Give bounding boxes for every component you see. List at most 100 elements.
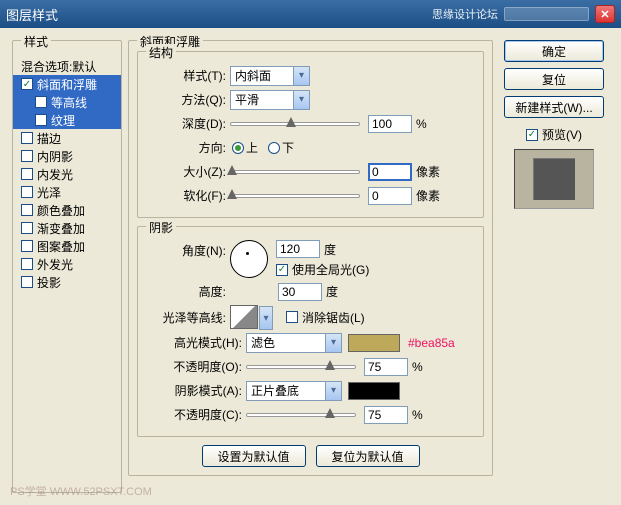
direction-up-label: 上 <box>246 139 258 156</box>
highlight-opacity-input[interactable]: 75 <box>364 358 408 376</box>
style-checkbox[interactable] <box>21 240 33 252</box>
soften-label: 软化(F): <box>146 187 226 204</box>
styles-list: 混合选项:默认 斜面和浮雕等高线纹理描边内阴影内发光光泽颜色叠加渐变叠加图案叠加… <box>13 57 121 291</box>
gloss-contour-picker[interactable] <box>230 305 258 329</box>
make-default-button[interactable]: 设置为默认值 <box>202 445 306 467</box>
style-value: 内斜面 <box>235 67 289 84</box>
technique-label: 方法(Q): <box>146 91 226 108</box>
shadow-opacity-input[interactable]: 75 <box>364 406 408 424</box>
direction-down-label: 下 <box>282 139 294 156</box>
style-checkbox[interactable] <box>21 78 33 90</box>
style-item-11[interactable]: 投影 <box>13 273 121 291</box>
highlight-opacity-label: 不透明度(O): <box>146 358 242 375</box>
style-checkbox[interactable] <box>35 96 47 108</box>
style-item-label: 外发光 <box>37 256 73 273</box>
reset-default-button[interactable]: 复位为默认值 <box>316 445 420 467</box>
angle-label: 角度(N): <box>146 240 226 259</box>
soften-unit: 像素 <box>416 187 440 204</box>
gloss-contour-label: 光泽等高线: <box>146 309 226 326</box>
style-item-label: 描边 <box>37 130 61 147</box>
close-icon: ✕ <box>600 8 609 21</box>
soften-slider[interactable] <box>230 194 360 198</box>
antialias-checkbox[interactable] <box>286 311 298 323</box>
technique-value: 平滑 <box>235 91 289 108</box>
style-item-label: 内发光 <box>37 166 73 183</box>
style-item-4[interactable]: 内阴影 <box>13 147 121 165</box>
dialog-title: 图层样式 <box>6 5 58 24</box>
preview-checkbox[interactable] <box>526 129 538 141</box>
style-checkbox[interactable] <box>35 114 47 126</box>
style-item-6[interactable]: 光泽 <box>13 183 121 201</box>
antialias-label: 消除锯齿(L) <box>302 309 365 326</box>
highlight-opacity-slider[interactable] <box>246 365 356 369</box>
shadow-mode-label: 阴影模式(A): <box>146 382 242 399</box>
style-item-2[interactable]: 纹理 <box>13 111 121 129</box>
style-item-label: 斜面和浮雕 <box>37 76 97 93</box>
titlebar: 图层样式 思缘设计论坛 ✕ <box>0 0 621 28</box>
style-item-8[interactable]: 渐变叠加 <box>13 219 121 237</box>
shadow-mode-select[interactable]: 正片叠底 <box>246 381 342 401</box>
shadow-mode-value: 正片叠底 <box>251 382 321 399</box>
shadow-opacity-slider[interactable] <box>246 413 356 417</box>
size-label: 大小(Z): <box>146 163 226 180</box>
altitude-unit: 度 <box>326 283 338 300</box>
style-item-0[interactable]: 斜面和浮雕 <box>13 75 121 93</box>
style-checkbox[interactable] <box>21 150 33 162</box>
close-button[interactable]: ✕ <box>595 5 615 23</box>
size-slider[interactable] <box>230 170 360 174</box>
style-checkbox[interactable] <box>21 276 33 288</box>
global-light-checkbox[interactable] <box>276 264 288 276</box>
style-item-9[interactable]: 图案叠加 <box>13 237 121 255</box>
style-item-label: 光泽 <box>37 184 61 201</box>
style-label: 样式(T): <box>146 67 226 84</box>
style-item-1[interactable]: 等高线 <box>13 93 121 111</box>
style-checkbox[interactable] <box>21 132 33 144</box>
chevron-down-icon <box>325 382 341 400</box>
depth-unit: % <box>416 117 427 131</box>
ok-button[interactable]: 确定 <box>504 40 604 62</box>
style-item-label: 颜色叠加 <box>37 202 85 219</box>
angle-input[interactable]: 120 <box>276 240 320 258</box>
soften-input[interactable]: 0 <box>368 187 412 205</box>
depth-input[interactable]: 100 <box>368 115 412 133</box>
blend-options-item[interactable]: 混合选项:默认 <box>13 57 121 75</box>
direction-down-radio[interactable] <box>268 142 280 154</box>
size-unit: 像素 <box>416 163 440 180</box>
cancel-button[interactable]: 复位 <box>504 68 604 90</box>
highlight-mode-select[interactable]: 滤色 <box>246 333 342 353</box>
depth-slider[interactable] <box>230 122 360 126</box>
altitude-label: 高度: <box>146 283 226 300</box>
structure-group-label: 结构 <box>146 44 176 61</box>
style-item-label: 等高线 <box>51 94 87 111</box>
style-checkbox[interactable] <box>21 204 33 216</box>
angle-dial[interactable] <box>230 240 268 278</box>
style-select[interactable]: 内斜面 <box>230 66 310 86</box>
style-checkbox[interactable] <box>21 186 33 198</box>
direction-label: 方向: <box>146 139 226 156</box>
shadow-color-swatch[interactable] <box>348 382 400 400</box>
styles-group-label: 样式 <box>21 33 51 50</box>
chevron-down-icon <box>259 306 273 330</box>
style-item-label: 图案叠加 <box>37 238 85 255</box>
style-checkbox[interactable] <box>21 258 33 270</box>
direction-up-radio[interactable] <box>232 142 244 154</box>
size-input[interactable]: 0 <box>368 163 412 181</box>
style-item-3[interactable]: 描边 <box>13 129 121 147</box>
shadow-opacity-label: 不透明度(C): <box>146 406 242 423</box>
blend-options-label: 混合选项:默认 <box>21 58 96 75</box>
highlight-opacity-unit: % <box>412 360 423 374</box>
footer-watermark: PS学堂 WWW.52PSXT.COM <box>10 483 152 499</box>
style-checkbox[interactable] <box>21 222 33 234</box>
style-checkbox[interactable] <box>21 168 33 180</box>
style-item-5[interactable]: 内发光 <box>13 165 121 183</box>
style-item-10[interactable]: 外发光 <box>13 255 121 273</box>
shadow-opacity-unit: % <box>412 408 423 422</box>
angle-unit: 度 <box>324 241 336 258</box>
style-item-7[interactable]: 颜色叠加 <box>13 201 121 219</box>
new-style-button[interactable]: 新建样式(W)... <box>504 96 604 118</box>
global-light-label: 使用全局光(G) <box>292 261 369 278</box>
technique-select[interactable]: 平滑 <box>230 90 310 110</box>
highlight-color-swatch[interactable] <box>348 334 400 352</box>
altitude-input[interactable]: 30 <box>278 283 322 301</box>
shading-group-label: 阴影 <box>146 219 176 236</box>
